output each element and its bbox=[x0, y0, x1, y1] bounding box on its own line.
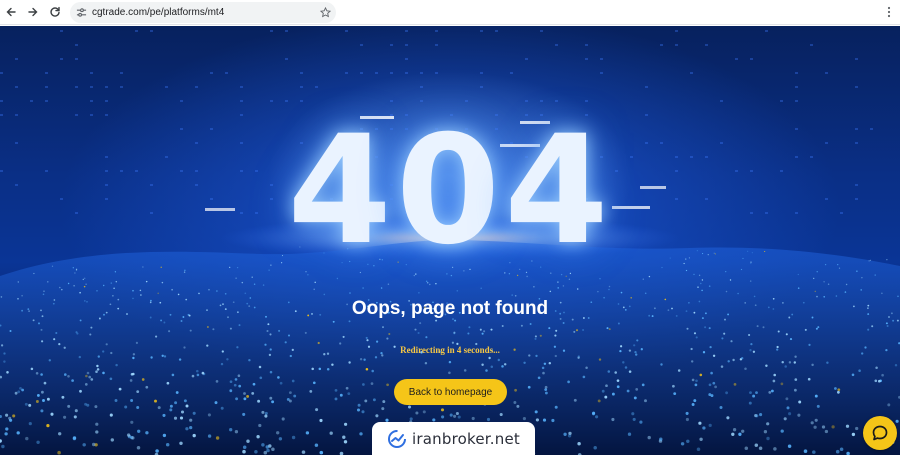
address-bar[interactable]: cgtrade.com/pe/platforms/mt4 bbox=[70, 2, 336, 23]
bookmark-button[interactable] bbox=[314, 7, 336, 18]
error-code-404: 4 0 4 bbox=[200, 116, 700, 266]
iranbroker-watermark: iranbroker.net bbox=[372, 422, 535, 455]
back-button[interactable] bbox=[0, 1, 22, 23]
reload-icon bbox=[50, 6, 60, 17]
site-settings-icon bbox=[76, 8, 86, 17]
bookmark-star-icon bbox=[319, 7, 331, 18]
watermark-text: iranbroker.net bbox=[412, 429, 520, 448]
redirect-countdown: Redirecting in 4 seconds... bbox=[400, 345, 500, 355]
forward-arrow-icon bbox=[28, 7, 38, 17]
more-menu-button[interactable] bbox=[882, 4, 896, 20]
back-arrow-icon bbox=[6, 7, 16, 17]
live-chat-button[interactable] bbox=[863, 416, 897, 450]
url-text[interactable]: cgtrade.com/pe/platforms/mt4 bbox=[92, 7, 314, 18]
error-digit: 4 bbox=[504, 104, 613, 278]
forward-button[interactable] bbox=[22, 1, 44, 23]
back-to-homepage-button[interactable]: Back to homepage bbox=[394, 379, 507, 405]
page-title: Oops, page not found bbox=[351, 298, 549, 319]
browser-toolbar: cgtrade.com/pe/platforms/mt4 bbox=[0, 0, 900, 25]
error-digit: 4 bbox=[287, 104, 396, 278]
reload-button[interactable] bbox=[44, 1, 66, 23]
chat-bubble-icon bbox=[872, 425, 888, 441]
chart-logo-icon bbox=[388, 429, 407, 448]
error-page: 4 0 4 Oops, page not found Redirecting i… bbox=[0, 26, 900, 455]
site-settings-button[interactable] bbox=[70, 7, 92, 18]
more-menu-icon bbox=[887, 6, 891, 18]
error-digit: 0 bbox=[395, 104, 505, 278]
